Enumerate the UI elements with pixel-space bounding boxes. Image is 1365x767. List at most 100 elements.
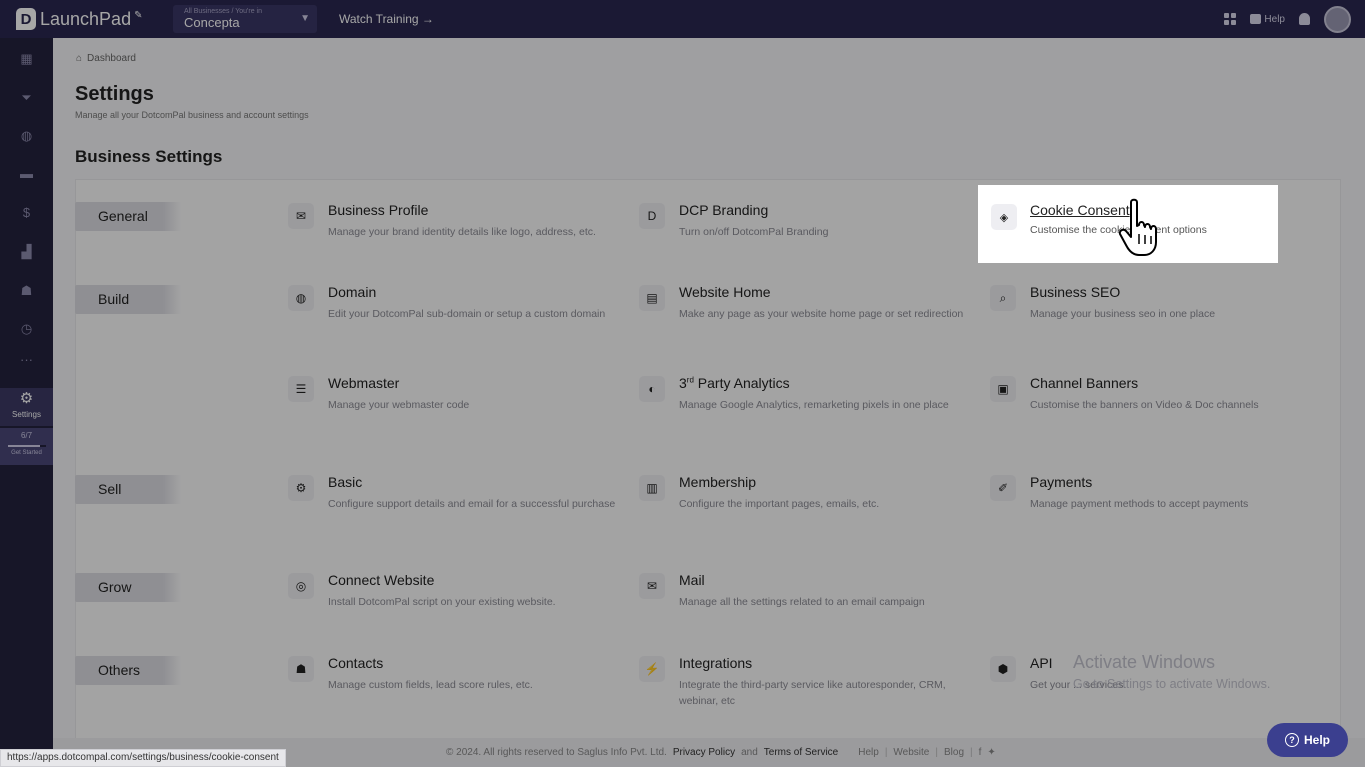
item-desc: Manage your webmaster code	[328, 399, 470, 411]
item-name: Membership	[679, 474, 757, 490]
banner-icon: ▣	[990, 376, 1016, 402]
mail-icon: ✉	[639, 573, 665, 599]
item-name: Business SEO	[1030, 284, 1121, 300]
category-others: Others	[75, 656, 181, 685]
business-switcher[interactable]: All Businesses / You're in Concepta ▼	[173, 5, 317, 33]
activate-windows-subtitle: Go to Settings to activate Windows.	[1073, 677, 1271, 691]
status-bar-url: https://apps.dotcompal.com/settings/busi…	[0, 749, 286, 767]
dollar-icon[interactable]: $	[19, 205, 34, 220]
hand-cursor-icon	[1118, 198, 1157, 256]
item-name: 3rd Party Analytics	[679, 375, 790, 391]
breadcrumb-dashboard[interactable]: Dashboard	[87, 53, 136, 64]
more-icon[interactable]: ···	[19, 352, 34, 367]
item-desc: Manage Google Analytics, remarketing pix…	[679, 399, 949, 411]
payment-icon: ✐	[990, 475, 1016, 501]
item-name: Connect Website	[328, 572, 435, 588]
item-name: API	[1030, 655, 1053, 671]
sidebar-item-settings[interactable]: ⚙ Settings	[0, 388, 53, 426]
business-name: Concepta	[184, 15, 240, 30]
video-icon[interactable]: ▬	[19, 166, 34, 181]
item-name: Mail	[679, 572, 705, 588]
copyright-text: © 2024. All rights reserved to Saglus In…	[446, 747, 667, 758]
item-desc: Turn on/off DotcomPal Branding	[679, 226, 829, 238]
bell-icon[interactable]	[1299, 13, 1310, 25]
item-desc: Manage your brand identity details like …	[328, 226, 596, 238]
item-name: Basic	[328, 474, 363, 490]
item-name: Payments	[1030, 474, 1093, 490]
item-name: Domain	[328, 284, 377, 300]
terms-link[interactable]: Terms of Service	[764, 747, 838, 758]
help-menu[interactable]: Help	[1250, 14, 1285, 25]
item-desc: Customise the banners on Video & Doc cha…	[1030, 399, 1259, 411]
progress-count: 6/7	[20, 431, 33, 440]
brand-d-icon: D	[639, 203, 665, 229]
get-started-label: Get Started	[11, 450, 42, 456]
item-desc: Manage payment methods to accept payment…	[1030, 498, 1249, 510]
website-globe-icon[interactable]: ◍	[19, 128, 34, 143]
sidebar-item-label: Settings	[12, 410, 41, 419]
footer-website-link[interactable]: Website	[893, 747, 929, 758]
activate-windows-title: Activate Windows	[1073, 652, 1216, 672]
footer-help-link[interactable]: Help	[858, 747, 879, 758]
cube-icon: ⬢	[990, 656, 1016, 682]
category-sell: Sell	[75, 475, 181, 504]
help-menu-label: Help	[1264, 13, 1285, 25]
watch-training-link[interactable]: Watch Training →	[339, 12, 434, 26]
item-name: Channel Banners	[1030, 375, 1139, 391]
item-desc: Manage your business seo in one place	[1030, 308, 1216, 320]
dashboard-icon[interactable]: ▦	[19, 51, 34, 66]
category-general: General	[75, 202, 181, 231]
page-title: Settings	[75, 83, 154, 105]
webmaster-icon: ☰	[288, 376, 314, 402]
item-name: Contacts	[328, 655, 384, 671]
category-build: Build	[75, 285, 181, 314]
chevron-down-icon: ▼	[300, 13, 310, 24]
cookie-icon: ◈	[991, 204, 1017, 230]
users-icon[interactable]: ☗	[19, 283, 34, 298]
twitter-icon[interactable]: ✦	[987, 747, 995, 758]
chart-icon[interactable]: ▟	[19, 244, 34, 259]
item-name: Integrations	[679, 655, 753, 671]
item-name: Webmaster	[328, 375, 400, 391]
facebook-icon[interactable]: f	[979, 747, 982, 758]
membership-icon: ▥	[639, 475, 665, 501]
item-name: Website Home	[679, 284, 771, 300]
item-desc: Configure the important pages, emails, e…	[679, 498, 880, 510]
activate-windows-watermark: Activate Windows Go to Settings to activ…	[1073, 652, 1270, 691]
envelope-card-icon: ✉	[288, 203, 314, 229]
globe-icon: ◍	[288, 285, 314, 311]
sidebar: ▦ ⏷ ◍ ▬ $ ▟ ☗ ◷ ··· ⚙ Settings 6/7 Get S…	[0, 38, 53, 767]
item-desc: Manage custom fields, lead score rules, …	[328, 679, 533, 691]
item-name: Business Profile	[328, 202, 429, 218]
help-button-label: Help	[1303, 733, 1330, 747]
home-icon[interactable]: ⌂	[76, 53, 82, 64]
analytics-icon: ◐	[639, 376, 665, 402]
progress-bar	[7, 445, 46, 447]
gear-icon: ⚙	[19, 390, 34, 407]
category-grow: Grow	[75, 573, 181, 602]
clock-icon[interactable]: ◷	[19, 321, 34, 336]
logo-mark-icon: D	[16, 8, 36, 30]
magnifier-icon: ⌕	[990, 285, 1016, 311]
breadcrumb: ⌂ Dashboard	[76, 53, 136, 64]
footer-and: and	[741, 747, 758, 758]
item-desc: Configure support details and email for …	[328, 498, 616, 510]
rocket-icon: ✎	[134, 9, 143, 21]
item-desc: Install DotcomPal script on your existin…	[328, 596, 556, 608]
launchpad-logo[interactable]: D LaunchPad ✎	[16, 8, 168, 30]
gear-icon: ⚙	[288, 475, 314, 501]
help-button[interactable]: ? Help	[1267, 723, 1348, 757]
avatar[interactable]	[1324, 5, 1351, 33]
footer-blog-link[interactable]: Blog	[944, 747, 964, 758]
connect-icon: ◎	[288, 573, 314, 599]
question-icon: ?	[1284, 733, 1299, 747]
privacy-policy-link[interactable]: Privacy Policy	[673, 747, 735, 758]
get-started-progress[interactable]: 6/7 Get Started	[0, 428, 53, 465]
item-desc: Edit your DotcomPal sub-domain or setup …	[328, 308, 606, 320]
apps-grid-icon[interactable]	[1224, 13, 1237, 25]
plug-icon: ⚡	[639, 656, 665, 682]
top-bar: D LaunchPad ✎ All Businesses / You're in…	[0, 0, 1365, 38]
people-icon: ☗	[288, 656, 314, 682]
item-desc: Integrate the third-party service like a…	[679, 679, 946, 707]
funnel-icon[interactable]: ⏷	[19, 90, 34, 105]
